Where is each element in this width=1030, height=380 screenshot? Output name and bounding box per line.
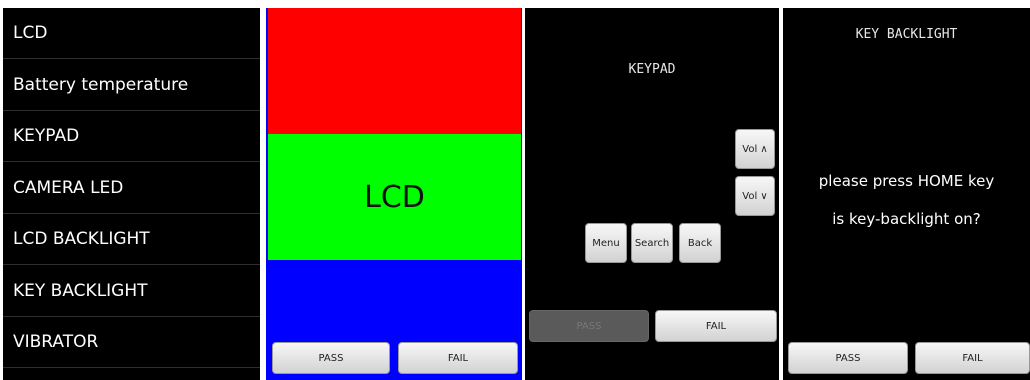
keypad-test-screen: KEYPAD Vol ∧ Vol ∨ Menu Search Back PASS… xyxy=(525,8,779,380)
back-button[interactable]: Back xyxy=(679,223,721,263)
instruction-text: please press HOME key xyxy=(818,172,995,190)
list-divider xyxy=(3,264,260,265)
list-divider xyxy=(3,367,260,368)
list-item-lcd-backlight[interactable]: LCD BACKLIGHT xyxy=(3,214,260,264)
page-title: KEYPAD xyxy=(628,62,676,77)
list-item-camera-led[interactable]: CAMERA LED xyxy=(3,163,260,213)
red-band xyxy=(268,8,521,134)
page-title: KEY BACKLIGHT xyxy=(855,27,958,42)
fail-button[interactable]: FAIL xyxy=(398,342,518,374)
list-item-lcd[interactable]: LCD xyxy=(3,8,260,58)
list-item-keypad[interactable]: KEYPAD xyxy=(3,111,260,161)
fail-button[interactable]: FAIL xyxy=(915,342,1030,374)
question-text: is key-backlight on? xyxy=(832,210,981,228)
list-item-key-backlight[interactable]: KEY BACKLIGHT xyxy=(3,266,260,316)
list-divider xyxy=(3,161,260,162)
menu-button[interactable]: Menu xyxy=(585,223,627,263)
test-list-screen: LCD Battery temperature KEYPAD CAMERA LE… xyxy=(3,8,260,380)
search-button[interactable]: Search xyxy=(631,223,673,263)
lcd-label: LCD xyxy=(364,180,425,215)
pass-button[interactable]: PASS xyxy=(272,342,390,374)
key-backlight-test-screen: KEY BACKLIGHT please press HOME key is k… xyxy=(783,8,1030,380)
list-item-vibrator[interactable]: VIBRATOR xyxy=(3,317,260,367)
fail-button[interactable]: FAIL xyxy=(655,310,777,342)
list-divider xyxy=(3,58,260,59)
vol-up-button[interactable]: Vol ∧ xyxy=(735,129,775,169)
lcd-test-screen: LCD PASS FAIL xyxy=(266,8,522,380)
pass-button: PASS xyxy=(529,310,649,342)
pass-button[interactable]: PASS xyxy=(788,342,908,374)
list-item-battery-temperature[interactable]: Battery temperature xyxy=(3,60,260,110)
vol-down-button[interactable]: Vol ∨ xyxy=(735,176,775,216)
